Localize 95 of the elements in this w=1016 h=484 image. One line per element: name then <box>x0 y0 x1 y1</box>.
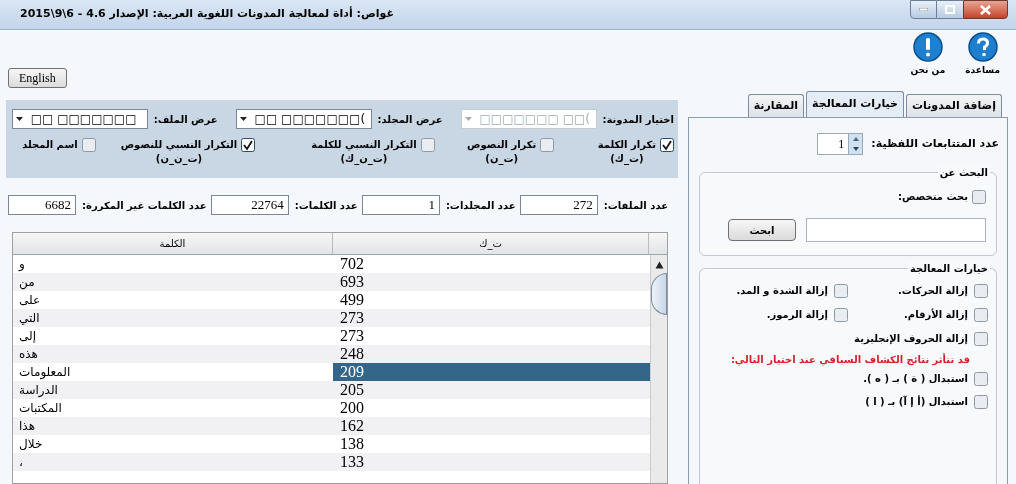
checkbox[interactable] <box>420 138 435 152</box>
checkbox-label: التكرار النسبي للنصوص <box>120 138 238 152</box>
table-cell[interactable]: 209 <box>333 363 650 381</box>
column-header[interactable]: ت_ك <box>333 233 649 254</box>
minimize-icon[interactable] <box>919 8 928 11</box>
help-icon[interactable] <box>967 32 998 62</box>
toolbar-button[interactable]: من نحن <box>910 32 946 78</box>
language-button[interactable]: English <box>8 68 67 88</box>
table-cell-text: خلال <box>18 436 44 453</box>
checkbox-label: إزالة الشدة و المد. <box>736 284 828 298</box>
field-label: عرض المجلد: <box>377 112 443 127</box>
checkbox[interactable] <box>974 307 988 322</box>
table-cell-text: المعلومات <box>18 364 72 381</box>
field-label: عرض الملف: <box>153 112 218 127</box>
warning-text: قد تتأثر نتائج الكشاف السياقي عند اختيار التالي: <box>729 352 971 367</box>
field-label: عدد الكلمات غير المكررة: <box>82 198 207 213</box>
table-cell-text: هذه <box>18 346 39 363</box>
checkbox-label: التكرار النسبي للكلمة <box>311 138 417 152</box>
table-cell[interactable]: 499 <box>333 291 650 309</box>
table-cell-text: الدراسة <box>18 382 59 399</box>
checkbox[interactable] <box>834 283 848 298</box>
field-label: عدد الملفات: <box>603 198 668 213</box>
table-cell-text: إلى <box>18 328 37 345</box>
checkbox[interactable] <box>972 189 986 204</box>
dropdown[interactable]: □□ □□□□□□□( <box>235 109 372 129</box>
value-field[interactable]: 272 <box>519 195 598 215</box>
scroll-thumb[interactable] <box>651 273 667 315</box>
checkbox-label: استبدال (أ إ آ) بـ ( ا ) <box>865 394 968 409</box>
window-title: غواص: أداة لمعالجة المدونات اللغوية العربية: الإصدار 4.6 - 6\9\2015 <box>19 6 394 23</box>
checkbox-label: إزالة الأرقام. <box>904 307 968 322</box>
checkbox-label: إزالة الرموز. <box>766 308 828 322</box>
checkbox[interactable] <box>974 331 988 346</box>
checkbox-sublabel: (ت_ك) <box>610 152 644 166</box>
tab[interactable]: خيارات المعالجة <box>806 91 904 117</box>
info-icon[interactable] <box>912 32 943 62</box>
checkbox[interactable] <box>974 394 988 409</box>
close-button[interactable] <box>963 0 1008 19</box>
group-title: خيارات المعالجة <box>907 261 990 276</box>
dropdown-arrow-icon[interactable] <box>240 117 248 121</box>
search-field[interactable] <box>806 218 986 242</box>
tab[interactable]: المقارنة <box>747 94 805 117</box>
table-cell[interactable]: 273 <box>333 327 650 345</box>
table-cell-text: هذا <box>18 418 36 435</box>
scrollbar[interactable] <box>650 255 667 483</box>
table-cell[interactable]: 205 <box>333 381 650 399</box>
search-button[interactable]: ابحث <box>728 219 796 241</box>
dropdown[interactable]: □□ □□□□□□□ <box>11 109 148 129</box>
value-field[interactable]: 1 <box>361 195 440 215</box>
table-cell-text: المكتبات <box>18 400 63 417</box>
checkbox-label: إزالة الحروف الإنجليزية <box>854 332 968 346</box>
dropdown-arrow-icon[interactable] <box>16 117 24 121</box>
checkbox-label: تكرار الكلمة <box>597 138 656 152</box>
checkbox[interactable] <box>540 138 555 152</box>
minimize-button[interactable] <box>910 0 937 19</box>
checkbox-label: اسم المجلد <box>22 138 78 152</box>
table-cell-text: التي <box>18 310 41 327</box>
table-cell[interactable]: 133 <box>333 453 650 471</box>
group-title: البحث عن <box>937 165 990 180</box>
checkbox-sublabel: (ت_ن) <box>485 152 519 166</box>
table-cell[interactable]: 162 <box>333 417 650 435</box>
checkbox[interactable] <box>81 138 96 152</box>
maximize-button[interactable] <box>937 0 963 19</box>
checkbox-label: إزالة الحركات. <box>898 284 968 298</box>
tab[interactable]: إضافة المدونات <box>906 94 1002 117</box>
table-cell[interactable]: 248 <box>333 345 650 363</box>
checkbox[interactable] <box>974 371 988 386</box>
field-label: عدد المتتابعات اللفظية: <box>871 135 999 152</box>
scroll-up-icon[interactable] <box>654 261 664 269</box>
checkbox-sublabel: (ت_ن_ن) <box>155 152 203 166</box>
close-icon[interactable] <box>980 4 991 15</box>
field-label: عدد الكلمات: <box>294 198 358 213</box>
table-cell[interactable]: 693 <box>333 273 650 291</box>
field-label: اختيار المدونة: <box>602 112 674 127</box>
value-field[interactable]: 22764 <box>210 195 289 215</box>
checkbox-label: بحث متخصص: <box>898 190 968 204</box>
table-cell[interactable]: 138 <box>333 435 650 453</box>
value-field[interactable]: 6682 <box>8 195 77 215</box>
column-header[interactable]: الكلمة <box>13 233 333 254</box>
table-cell[interactable]: 273 <box>333 309 650 327</box>
table-cell-text: على <box>18 292 42 309</box>
checkbox[interactable] <box>834 307 848 322</box>
toolbar-button[interactable]: مساعدة <box>965 32 1000 78</box>
table-cell-text: و <box>17 256 26 273</box>
checkbox-label: تكرار النصوص <box>467 138 537 152</box>
number-spinner[interactable]: 1 <box>817 133 864 155</box>
table-cell-text: من <box>18 274 36 291</box>
checkbox-sublabel: (ت_ن_ك) <box>340 152 388 166</box>
checkbox[interactable] <box>241 138 256 152</box>
table-cell[interactable]: 200 <box>333 399 650 417</box>
checkbox-label: استبدال ( ة ) بـ ( ه ). <box>863 372 968 386</box>
table-cell-text: ، <box>18 454 24 471</box>
field-label: عدد المجلدات: <box>445 198 516 213</box>
checkbox[interactable] <box>660 138 674 152</box>
table-cell[interactable]: 702 <box>333 255 650 273</box>
checkbox[interactable] <box>974 283 988 298</box>
